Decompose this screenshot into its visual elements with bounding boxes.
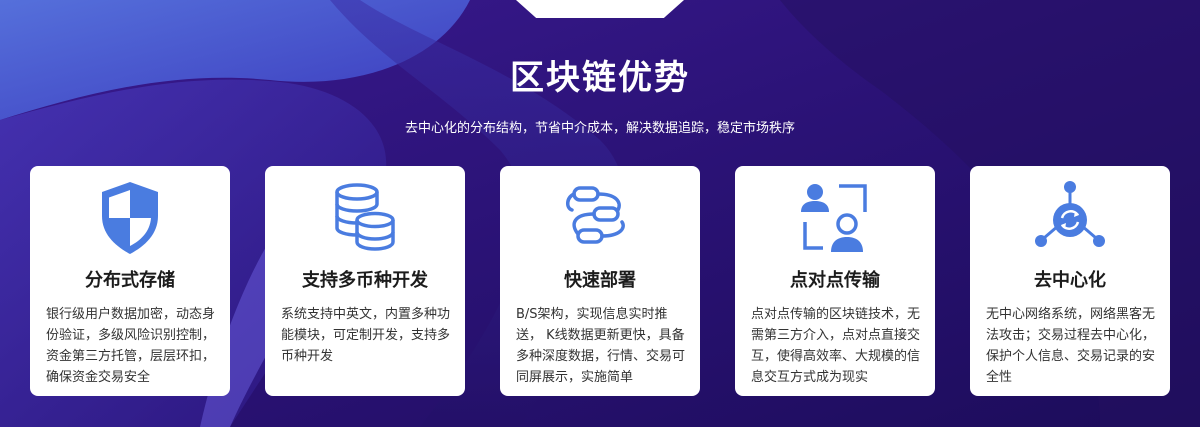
- card-title: 点对点传输: [790, 270, 880, 291]
- advantage-card-multi-currency: 支持多币种开发 系统支持中英文，内置多种功能模块，可定制开发，支持多币种开发: [265, 166, 465, 396]
- card-description: 无中心网络系统，网络黑客无法攻击；交易过程去中心化，保护个人信息、交易记录的安全…: [986, 307, 1156, 385]
- flowchart-icon: [566, 186, 625, 244]
- peer-to-peer-icon: [801, 184, 867, 252]
- advantage-card-p2p-transfer: 点对点传输 点对点传输的区块链技术，无需第三方介入，点对点直接交互，使得高效率、…: [735, 166, 935, 396]
- card-description: B/S架构，实现信息实时推送， K线数据更新更快，具备多种深度数据，行情、交易可…: [516, 307, 686, 385]
- card-description: 银行级用户数据加密，动态身份验证，多级风险识别控制，资金第三方托管，层层环扣，确…: [46, 307, 216, 385]
- coin-stack-icon: [335, 183, 395, 251]
- card-description: 点对点传输的区块链技术，无需第三方介入，点对点直接交互，使得高效率、大规模的信息…: [751, 307, 921, 385]
- advantage-card-fast-deploy: 快速部署 B/S架构，实现信息实时推送， K线数据更新更快，具备多种深度数据，行…: [500, 166, 700, 396]
- card-description: 系统支持中英文，内置多种功能模块，可定制开发，支持多币种开发: [281, 307, 451, 364]
- shield-icon: [102, 182, 158, 254]
- card-title: 快速部署: [564, 270, 636, 291]
- advantage-cards: 分布式存储 银行级用户数据加密，动态身份验证，多级风险识别控制，资金第三方托管，…: [30, 166, 1170, 396]
- card-title: 支持多币种开发: [302, 270, 428, 291]
- top-notch: [516, 0, 684, 18]
- card-title: 分布式存储: [85, 270, 175, 291]
- decentralized-network-icon: [1035, 181, 1105, 247]
- section-subtitle: 去中心化的分布结构，节省中介成本，解决数据追踪，稳定市场秩序: [404, 121, 795, 136]
- advantage-card-decentralized: 去中心化 无中心网络系统，网络黑客无法攻击；交易过程去中心化，保护个人信息、交易…: [970, 166, 1170, 396]
- section-title: 区块链优势: [510, 58, 690, 98]
- advantage-card-distributed-storage: 分布式存储 银行级用户数据加密，动态身份验证，多级风险识别控制，资金第三方托管，…: [30, 166, 230, 396]
- card-title: 去中心化: [1034, 270, 1106, 291]
